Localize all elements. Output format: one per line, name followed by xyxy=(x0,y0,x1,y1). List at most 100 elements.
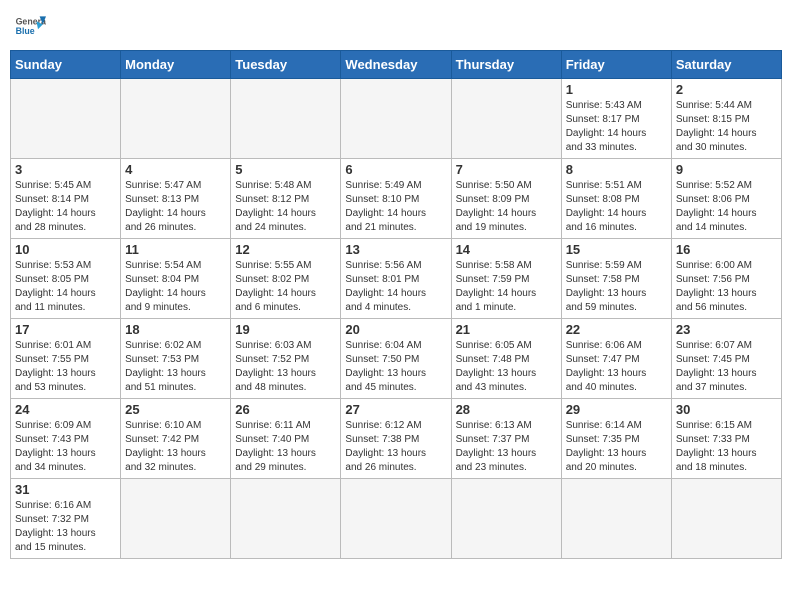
calendar-cell: 12 Sunrise: 5:55 AM Sunset: 8:02 PM Dayli… xyxy=(231,239,341,319)
day-info: Sunrise: 5:56 AM Sunset: 8:01 PM Dayligh… xyxy=(345,259,446,315)
weekday-header-friday: Friday xyxy=(561,51,671,79)
weekday-header-wednesday: Wednesday xyxy=(341,51,451,79)
calendar-cell: 14 Sunrise: 5:58 AM Sunset: 7:59 PM Dayli… xyxy=(451,239,561,319)
calendar-cell: 21Sunrise: 6:05 AM Sunset: 7:48 PM Dayli… xyxy=(451,319,561,399)
calendar-cell: 10 Sunrise: 5:53 AM Sunset: 8:05 PM Dayli… xyxy=(11,239,121,319)
day-info: Sunrise: 5:55 AM Sunset: 8:02 PM Dayligh… xyxy=(235,259,336,315)
calendar-cell xyxy=(121,79,231,159)
day-info: Sunrise: 5:51 AM Sunset: 8:08 PM Dayligh… xyxy=(566,179,667,235)
calendar-week-5: 31 Sunrise: 6:16 AM Sunset: 7:32 PM Dayli… xyxy=(11,479,782,559)
day-info: Sunrise: 5:50 AM Sunset: 8:09 PM Dayligh… xyxy=(456,179,557,235)
day-info: Sunrise: 6:00 AM Sunset: 7:56 PM Dayligh… xyxy=(676,259,777,315)
day-number: 10 xyxy=(15,242,116,257)
calendar-cell: 28Sunrise: 6:13 AM Sunset: 7:37 PM Dayli… xyxy=(451,399,561,479)
day-number: 4 xyxy=(125,162,226,177)
calendar-cell: 9 Sunrise: 5:52 AM Sunset: 8:06 PM Daylig… xyxy=(671,159,781,239)
calendar-cell: 2 Sunrise: 5:44 AM Sunset: 8:15 PM Daylig… xyxy=(671,79,781,159)
day-info: Sunrise: 5:59 AM Sunset: 7:58 PM Dayligh… xyxy=(566,259,667,315)
day-number: 27 xyxy=(345,402,446,417)
weekday-header-monday: Monday xyxy=(121,51,231,79)
calendar-cell: 22 Sunrise: 6:06 AM Sunset: 7:47 PM Dayli… xyxy=(561,319,671,399)
day-info: Sunrise: 6:10 AM Sunset: 7:42 PM Dayligh… xyxy=(125,419,226,475)
calendar-week-3: 17 Sunrise: 6:01 AM Sunset: 7:55 PM Dayli… xyxy=(11,319,782,399)
day-number: 3 xyxy=(15,162,116,177)
calendar-cell: 30 Sunrise: 6:15 AM Sunset: 7:33 PM Dayli… xyxy=(671,399,781,479)
day-number: 16 xyxy=(676,242,777,257)
generalblue-logo-icon: General Blue xyxy=(14,10,46,42)
day-info: Sunrise: 5:47 AM Sunset: 8:13 PM Dayligh… xyxy=(125,179,226,235)
day-info: Sunrise: 5:49 AM Sunset: 8:10 PM Dayligh… xyxy=(345,179,446,235)
calendar-cell: 13Sunrise: 5:56 AM Sunset: 8:01 PM Dayli… xyxy=(341,239,451,319)
day-number: 5 xyxy=(235,162,336,177)
calendar-week-1: 3 Sunrise: 5:45 AM Sunset: 8:14 PM Daylig… xyxy=(11,159,782,239)
day-number: 25 xyxy=(125,402,226,417)
day-number: 18 xyxy=(125,322,226,337)
calendar-week-4: 24 Sunrise: 6:09 AM Sunset: 7:43 PM Dayli… xyxy=(11,399,782,479)
day-number: 17 xyxy=(15,322,116,337)
day-number: 11 xyxy=(125,242,226,257)
calendar-cell: 18 Sunrise: 6:02 AM Sunset: 7:53 PM Dayli… xyxy=(121,319,231,399)
day-info: Sunrise: 6:06 AM Sunset: 7:47 PM Dayligh… xyxy=(566,339,667,395)
weekday-header-tuesday: Tuesday xyxy=(231,51,341,79)
calendar-cell: 19Sunrise: 6:03 AM Sunset: 7:52 PM Dayli… xyxy=(231,319,341,399)
calendar-cell xyxy=(231,79,341,159)
day-info: Sunrise: 6:02 AM Sunset: 7:53 PM Dayligh… xyxy=(125,339,226,395)
day-number: 21 xyxy=(456,322,557,337)
day-number: 31 xyxy=(15,482,116,497)
day-number: 26 xyxy=(235,402,336,417)
day-info: Sunrise: 5:52 AM Sunset: 8:06 PM Dayligh… xyxy=(676,179,777,235)
calendar-cell: 5Sunrise: 5:48 AM Sunset: 8:12 PM Daylig… xyxy=(231,159,341,239)
calendar-cell: 15Sunrise: 5:59 AM Sunset: 7:58 PM Dayli… xyxy=(561,239,671,319)
day-number: 12 xyxy=(235,242,336,257)
day-info: Sunrise: 6:12 AM Sunset: 7:38 PM Dayligh… xyxy=(345,419,446,475)
weekday-header-thursday: Thursday xyxy=(451,51,561,79)
day-info: Sunrise: 5:54 AM Sunset: 8:04 PM Dayligh… xyxy=(125,259,226,315)
calendar-cell: 24 Sunrise: 6:09 AM Sunset: 7:43 PM Dayli… xyxy=(11,399,121,479)
day-info: Sunrise: 6:16 AM Sunset: 7:32 PM Dayligh… xyxy=(15,499,116,555)
day-info: Sunrise: 6:15 AM Sunset: 7:33 PM Dayligh… xyxy=(676,419,777,475)
calendar-table: SundayMondayTuesdayWednesdayThursdayFrid… xyxy=(10,50,782,559)
day-info: Sunrise: 5:53 AM Sunset: 8:05 PM Dayligh… xyxy=(15,259,116,315)
day-number: 20 xyxy=(345,322,446,337)
day-number: 28 xyxy=(456,402,557,417)
svg-text:Blue: Blue xyxy=(16,26,35,36)
calendar-cell: 8 Sunrise: 5:51 AM Sunset: 8:08 PM Daylig… xyxy=(561,159,671,239)
header: General Blue xyxy=(10,10,782,42)
day-number: 22 xyxy=(566,322,667,337)
day-number: 30 xyxy=(676,402,777,417)
day-number: 8 xyxy=(566,162,667,177)
day-info: Sunrise: 6:09 AM Sunset: 7:43 PM Dayligh… xyxy=(15,419,116,475)
calendar-cell xyxy=(451,479,561,559)
calendar-cell: 6 Sunrise: 5:49 AM Sunset: 8:10 PM Daylig… xyxy=(341,159,451,239)
day-info: Sunrise: 5:58 AM Sunset: 7:59 PM Dayligh… xyxy=(456,259,557,315)
day-number: 6 xyxy=(345,162,446,177)
calendar-cell: 27 Sunrise: 6:12 AM Sunset: 7:38 PM Dayli… xyxy=(341,399,451,479)
day-number: 9 xyxy=(676,162,777,177)
day-info: Sunrise: 5:45 AM Sunset: 8:14 PM Dayligh… xyxy=(15,179,116,235)
calendar-week-0: 1 Sunrise: 5:43 AM Sunset: 8:17 PM Daylig… xyxy=(11,79,782,159)
calendar-cell: 29Sunrise: 6:14 AM Sunset: 7:35 PM Dayli… xyxy=(561,399,671,479)
calendar-cell: 31 Sunrise: 6:16 AM Sunset: 7:32 PM Dayli… xyxy=(11,479,121,559)
day-info: Sunrise: 5:43 AM Sunset: 8:17 PM Dayligh… xyxy=(566,99,667,155)
calendar-week-2: 10 Sunrise: 5:53 AM Sunset: 8:05 PM Dayli… xyxy=(11,239,782,319)
calendar-cell xyxy=(341,479,451,559)
day-info: Sunrise: 5:44 AM Sunset: 8:15 PM Dayligh… xyxy=(676,99,777,155)
logo: General Blue xyxy=(14,10,46,42)
day-info: Sunrise: 6:11 AM Sunset: 7:40 PM Dayligh… xyxy=(235,419,336,475)
calendar-cell: 1 Sunrise: 5:43 AM Sunset: 8:17 PM Daylig… xyxy=(561,79,671,159)
weekday-header-sunday: Sunday xyxy=(11,51,121,79)
day-number: 2 xyxy=(676,82,777,97)
calendar-cell xyxy=(671,479,781,559)
day-number: 1 xyxy=(566,82,667,97)
day-info: Sunrise: 6:03 AM Sunset: 7:52 PM Dayligh… xyxy=(235,339,336,395)
day-number: 14 xyxy=(456,242,557,257)
calendar-cell: 7 Sunrise: 5:50 AM Sunset: 8:09 PM Daylig… xyxy=(451,159,561,239)
calendar-cell xyxy=(231,479,341,559)
day-number: 24 xyxy=(15,402,116,417)
calendar-cell: 17 Sunrise: 6:01 AM Sunset: 7:55 PM Dayli… xyxy=(11,319,121,399)
calendar-cell xyxy=(121,479,231,559)
day-number: 7 xyxy=(456,162,557,177)
day-info: Sunrise: 6:01 AM Sunset: 7:55 PM Dayligh… xyxy=(15,339,116,395)
calendar-cell: 26 Sunrise: 6:11 AM Sunset: 7:40 PM Dayli… xyxy=(231,399,341,479)
calendar-cell: 25 Sunrise: 6:10 AM Sunset: 7:42 PM Dayli… xyxy=(121,399,231,479)
